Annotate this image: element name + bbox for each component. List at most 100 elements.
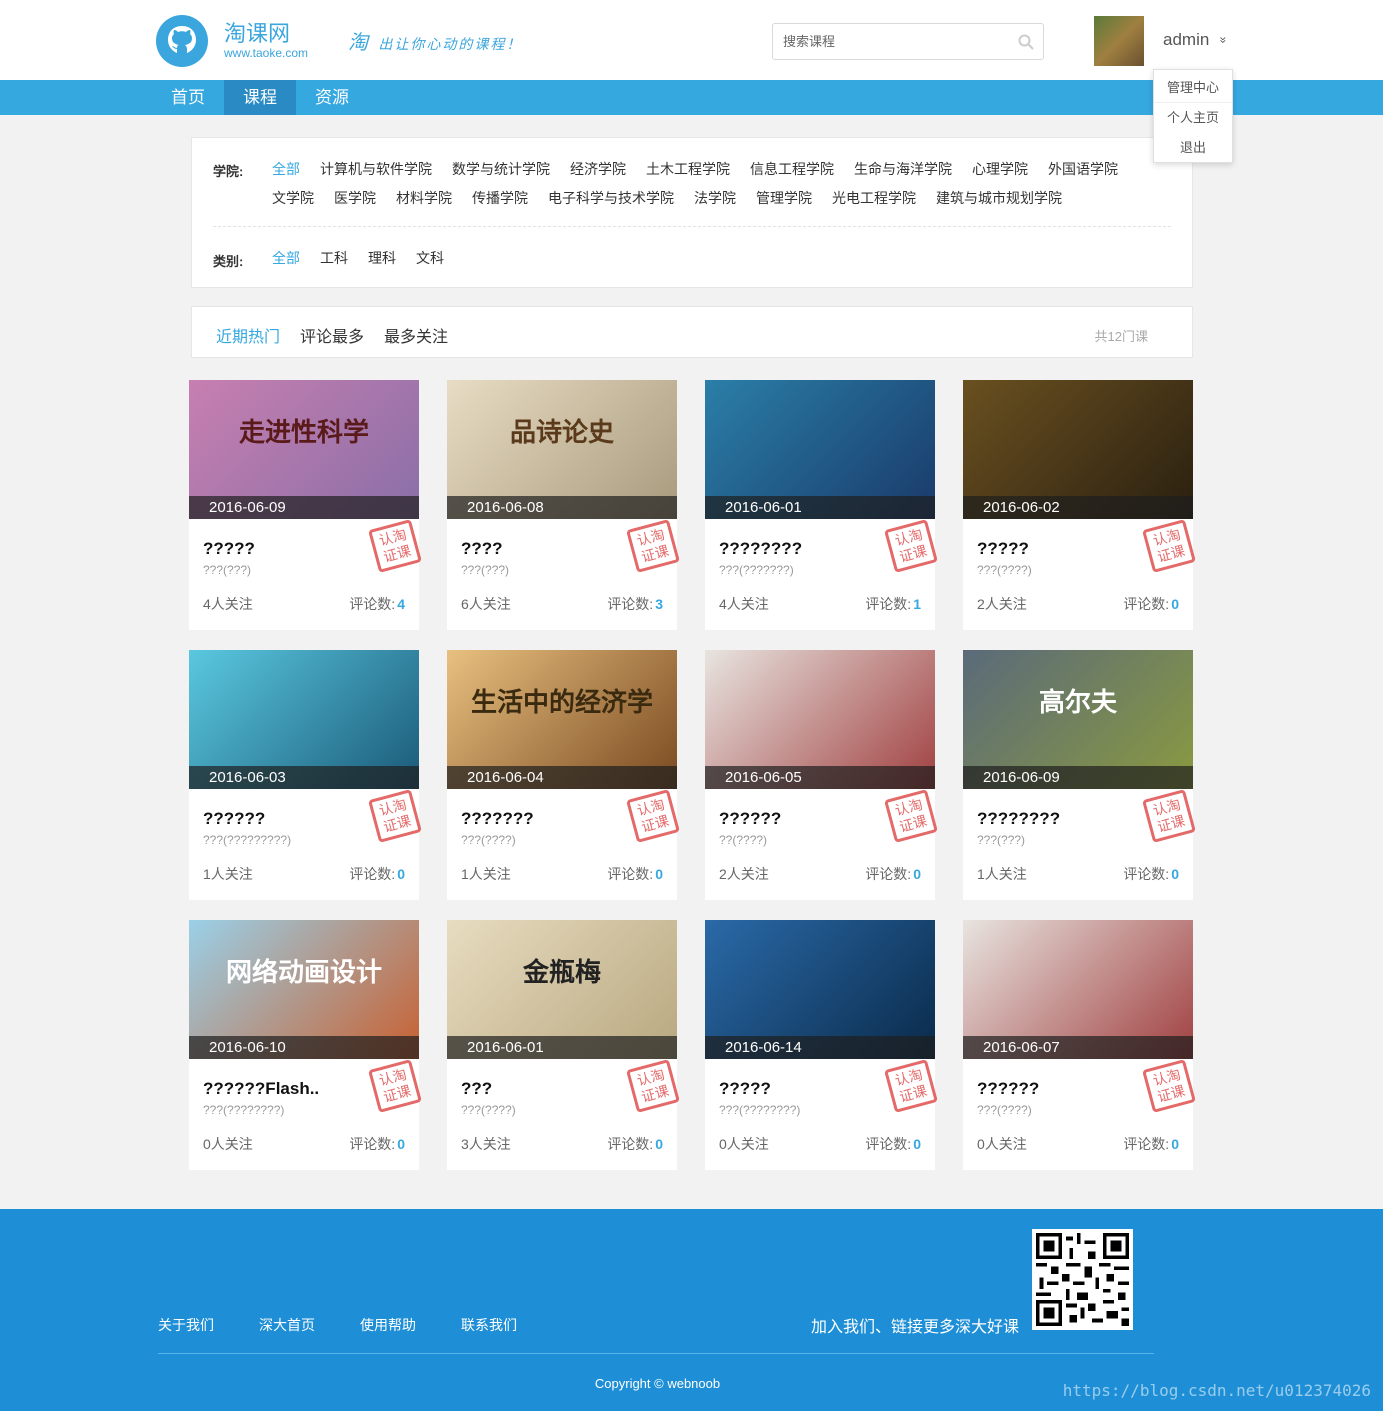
college-option[interactable]: 全部 xyxy=(272,159,300,179)
course-title[interactable]: ???????? xyxy=(977,809,1060,829)
course-title[interactable]: ???????? xyxy=(719,539,802,559)
course-card[interactable]: 走进性科学 2016-06-09????? ???(???) 认淘 证课 4人关注 评论数:… xyxy=(189,380,422,630)
course-follow-count: 1人关注 xyxy=(203,866,253,882)
college-option[interactable]: 法学院 xyxy=(694,188,736,208)
comment-number: 0 xyxy=(655,1136,663,1152)
category-option[interactable]: 全部 xyxy=(272,248,300,268)
course-follow-count: 4人关注 xyxy=(203,596,253,612)
course-teacher: ???(????) xyxy=(977,1103,1032,1117)
category-option[interactable]: 工科 xyxy=(320,248,348,268)
course-thumbnail[interactable]: 生活中的经济学 2016-06-04 xyxy=(447,650,677,789)
certified-stamp-icon: 认淘 证课 xyxy=(368,789,422,843)
college-option[interactable]: 建筑与城市规划学院 xyxy=(936,188,1062,208)
sort-option-most-comments[interactable]: 评论最多 xyxy=(300,323,364,347)
site-url[interactable]: www.taoke.com xyxy=(224,46,308,60)
course-card[interactable]: 2016-06-05?????? ??(????) 认淘 证课 2人关注 评论数: 0 xyxy=(705,650,938,900)
course-thumbnail[interactable]: 网络动画设计 2016-06-10 xyxy=(189,920,419,1059)
course-card[interactable]: 2016-06-03?????? ???(?????????) 认淘 证课 1人关注 评论… xyxy=(189,650,422,900)
course-title[interactable]: ??????Flash.. xyxy=(203,1079,319,1099)
watermark: https://blog.csdn.net/u012374026 xyxy=(1062,1381,1371,1400)
comment-label: 评论数: xyxy=(607,596,654,612)
nav-item-home[interactable]: 首页 xyxy=(152,80,224,115)
footer-link-help[interactable]: 使用帮助 xyxy=(360,1315,416,1335)
college-option[interactable]: 材料学院 xyxy=(396,188,452,208)
college-option[interactable]: 数学与统计学院 xyxy=(452,159,550,179)
course-thumbnail[interactable]: 2016-06-07 xyxy=(963,920,1193,1059)
course-title[interactable]: ??????? xyxy=(461,809,534,829)
college-option[interactable]: 管理学院 xyxy=(756,188,812,208)
course-title[interactable]: ????? xyxy=(203,539,255,559)
certified-stamp-icon: 认淘 证课 xyxy=(1142,1059,1196,1113)
slogan-rest: 出让你心动的课程！ xyxy=(378,37,523,53)
comment-number: 0 xyxy=(397,1136,405,1152)
sort-option-hot[interactable]: 近期热门 xyxy=(216,323,280,347)
nav-item-courses[interactable]: 课程 xyxy=(224,80,296,115)
course-thumbnail[interactable]: 2016-06-05 xyxy=(705,650,935,789)
footer-link-szu-home[interactable]: 深大首页 xyxy=(259,1315,315,1335)
course-teacher: ???(???) xyxy=(203,563,252,577)
certified-stamp-icon: 认淘 证课 xyxy=(884,1059,938,1113)
course-thumbnail[interactable]: 高尔夫 2016-06-09 xyxy=(963,650,1193,789)
course-card[interactable]: 网络动画设计 2016-06-10 ??????Flash.. ???(???????… xyxy=(189,920,422,1170)
course-card[interactable]: 2016-06-01???????? ???(???????) 认淘 证课 4人关注 评论… xyxy=(705,380,938,630)
course-thumbnail[interactable]: 2016-06-14 xyxy=(705,920,935,1059)
course-thumbnail[interactable]: 2016-06-02 xyxy=(963,380,1193,519)
college-option[interactable]: 心理学院 xyxy=(972,159,1028,179)
user-avatar[interactable] xyxy=(1094,16,1144,66)
college-option[interactable]: 光电工程学院 xyxy=(832,188,916,208)
site-title[interactable]: 淘课网 xyxy=(224,16,290,48)
college-option[interactable]: 医学院 xyxy=(334,188,376,208)
college-option[interactable]: 文学院 xyxy=(272,188,314,208)
comment-number: 4 xyxy=(397,596,405,612)
slogan-main: 淘 xyxy=(348,30,370,54)
course-title[interactable]: ??? xyxy=(461,1079,492,1099)
course-thumbnail[interactable]: 金瓶梅 2016-06-01 xyxy=(447,920,677,1059)
course-title[interactable]: ?????? xyxy=(977,1079,1039,1099)
course-card[interactable]: 生活中的经济学 2016-06-04??????? ???(????) 认淘 证课 1人关… xyxy=(447,650,680,900)
college-option[interactable]: 生命与海洋学院 xyxy=(854,159,952,179)
course-title[interactable]: ????? xyxy=(977,539,1029,559)
certified-stamp-icon: 认淘 证课 xyxy=(626,789,680,843)
comment-label: 评论数: xyxy=(349,1136,396,1152)
comment-number: 0 xyxy=(1171,1136,1179,1152)
chevron-down-icon[interactable]: » xyxy=(1216,37,1230,44)
college-option[interactable]: 外国语学院 xyxy=(1048,159,1118,179)
menu-item-profile[interactable]: 个人主页 xyxy=(1154,103,1232,133)
college-option[interactable]: 经济学院 xyxy=(570,159,626,179)
category-option[interactable]: 文科 xyxy=(416,248,444,268)
course-thumbnail[interactable]: 走进性科学 2016-06-09 xyxy=(189,380,419,519)
footer-link-contact[interactable]: 联系我们 xyxy=(461,1315,517,1335)
college-option[interactable]: 电子科学与技术学院 xyxy=(548,188,674,208)
course-thumbnail[interactable]: 2016-06-03 xyxy=(189,650,419,789)
course-card[interactable]: 金瓶梅 2016-06-01??? ???(????) 认淘 证课 3人关注 评论数: 0 xyxy=(447,920,680,1170)
college-option[interactable]: 信息工程学院 xyxy=(750,159,834,179)
menu-item-logout[interactable]: 退出 xyxy=(1154,133,1232,163)
course-card[interactable]: 2016-06-14????? ???(????????) 认淘 证课 0人关注 评论数:… xyxy=(705,920,938,1170)
course-thumbnail[interactable]: 品诗论史 2016-06-08 xyxy=(447,380,677,519)
comment-label: 评论数: xyxy=(607,1136,654,1152)
certified-stamp-icon: 认淘 证课 xyxy=(626,1059,680,1113)
course-title[interactable]: ?????? xyxy=(203,809,265,829)
course-card[interactable]: 2016-06-07?????? ???(????) 认淘 证课 0人关注 评论数: 0 xyxy=(963,920,1196,1170)
search-input[interactable] xyxy=(773,24,1013,59)
search-icon[interactable] xyxy=(1018,34,1034,50)
college-option[interactable]: 计算机与软件学院 xyxy=(320,159,432,179)
course-title[interactable]: ?????? xyxy=(719,809,781,829)
course-title[interactable]: ???? xyxy=(461,539,503,559)
menu-item-admin-center[interactable]: 管理中心 xyxy=(1154,73,1232,103)
comment-label: 评论数: xyxy=(607,866,654,882)
course-card[interactable]: 2016-06-02????? ???(????) 认淘 证课 2人关注 评论数: 0 xyxy=(963,380,1196,630)
course-card[interactable]: 品诗论史 2016-06-08???? ???(???) 认淘 证课 6人关注 评论数: 3 xyxy=(447,380,680,630)
username[interactable]: admin xyxy=(1163,30,1209,50)
course-comment-count: 评论数: 0 xyxy=(607,1134,663,1154)
github-cat-logo-icon[interactable] xyxy=(156,15,208,67)
college-option[interactable]: 土木工程学院 xyxy=(646,159,730,179)
course-thumbnail[interactable]: 2016-06-01 xyxy=(705,380,935,519)
category-option[interactable]: 理科 xyxy=(368,248,396,268)
sort-option-most-follows[interactable]: 最多关注 xyxy=(384,323,448,347)
course-title[interactable]: ????? xyxy=(719,1079,771,1099)
college-option[interactable]: 传播学院 xyxy=(472,188,528,208)
course-card[interactable]: 高尔夫 2016-06-09???????? ???(???) 认淘 证课 1人关注 评论数… xyxy=(963,650,1196,900)
nav-item-resources[interactable]: 资源 xyxy=(296,80,368,115)
footer-link-about[interactable]: 关于我们 xyxy=(158,1315,214,1335)
